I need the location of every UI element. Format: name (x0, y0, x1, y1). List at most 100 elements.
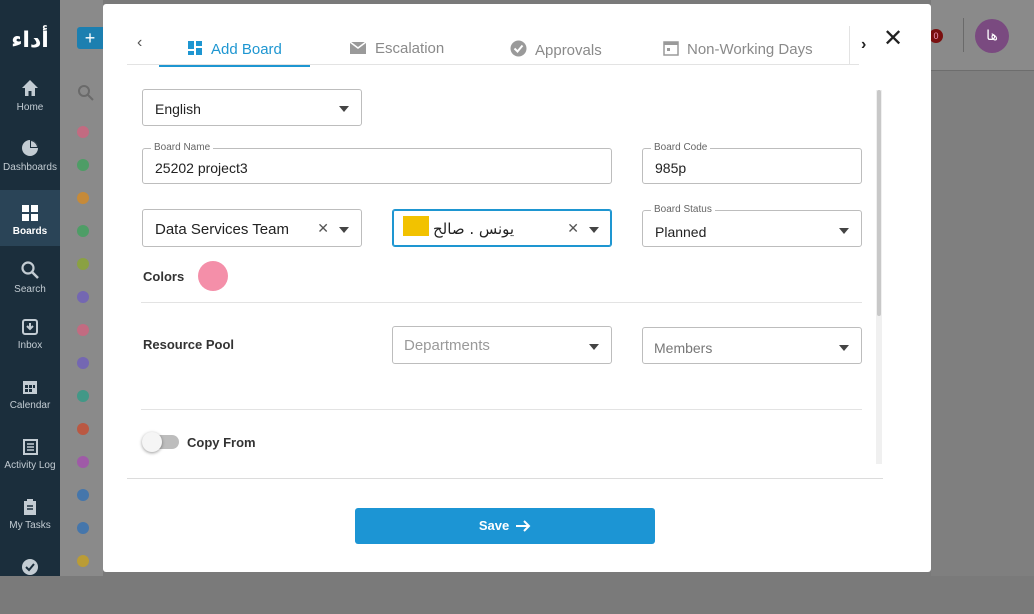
board-color-dot (77, 423, 89, 435)
sidebar-item-label: Inbox (17, 340, 43, 351)
members-select[interactable]: Members (642, 327, 862, 364)
color-picker-swatch[interactable] (198, 261, 228, 291)
avatar[interactable]: ها (975, 19, 1009, 53)
departments-placeholder: Departments (404, 337, 490, 354)
tab-non-working-days[interactable]: Non-Working Days (663, 40, 813, 64)
board-color-dot (77, 357, 89, 369)
board-status-select[interactable]: Board Status Planned (642, 204, 862, 247)
section-divider (141, 302, 862, 303)
tab-approvals[interactable]: Approvals (510, 40, 602, 64)
board-color-dot (77, 324, 89, 336)
sidebar-item-label: Calendar (9, 400, 51, 411)
members-placeholder: Members (654, 340, 713, 356)
tab-label: Escalation (375, 40, 445, 57)
home-icon (22, 80, 38, 96)
sidebar-item-activity-log[interactable]: Activity Log (0, 438, 60, 494)
sidebar-item-calendar[interactable]: Calendar (0, 378, 60, 434)
chevron-down-icon (589, 344, 599, 350)
board-color-dot (77, 291, 89, 303)
board-name-label: Board Name (151, 142, 214, 154)
clear-icon[interactable]: ✕ (317, 220, 329, 237)
tabs-next-arrow-icon[interactable]: › (861, 36, 866, 54)
activity-log-icon (23, 439, 38, 455)
board-code-field[interactable]: Board Code 985p (642, 142, 862, 184)
calendar-icon (663, 41, 679, 56)
toggle-knob (142, 432, 162, 452)
owner-select[interactable]: يونس . صالح ✕ (392, 209, 612, 247)
modal-tabs: ‹ Add Board Escalation Approvals Non-Wor… (127, 26, 866, 67)
pie-chart-icon (22, 140, 38, 156)
sidebar-item-search[interactable]: Search (0, 260, 60, 316)
board-name-field[interactable]: Board Name 25202 project3 (142, 142, 612, 184)
add-button[interactable]: + (77, 27, 103, 49)
sidebar-item-label: My Tasks (9, 520, 51, 531)
sidebar: أداء Home Dashboards Boards Search Inbox… (0, 0, 60, 576)
background-header-right (931, 0, 1034, 576)
board-code-label: Board Code (651, 142, 711, 154)
background-board-list: + (60, 0, 103, 576)
boards-icon (22, 205, 38, 221)
board-color-dot (77, 126, 89, 138)
envelope-icon (349, 41, 367, 54)
clear-icon[interactable]: ✕ (567, 220, 579, 237)
tab-label: Non-Working Days (687, 41, 813, 58)
sidebar-item-label: Dashboards (3, 162, 57, 173)
tab-add-board[interactable]: Add Board (159, 40, 310, 67)
chevron-down-icon (839, 345, 849, 351)
chevron-down-icon (339, 106, 349, 112)
close-icon[interactable]: ✕ (883, 24, 903, 53)
language-select[interactable]: English (142, 89, 362, 126)
grid-icon (188, 41, 202, 55)
sidebar-item-dashboards[interactable]: Dashboards (0, 138, 60, 194)
sidebar-item-more[interactable] (0, 558, 60, 614)
sidebar-item-inbox[interactable]: Inbox (0, 318, 60, 374)
board-color-dot (77, 390, 89, 402)
inbox-icon (22, 319, 38, 335)
copy-from-toggle[interactable] (142, 432, 179, 452)
section-divider (141, 409, 862, 410)
resource-pool-label: Resource Pool (143, 337, 235, 352)
add-board-modal: ‹ Add Board Escalation Approvals Non-Wor… (103, 4, 931, 572)
tabs-prev-arrow-icon[interactable]: ‹ (137, 34, 142, 52)
form-scrollbar[interactable] (876, 90, 882, 464)
sidebar-item-my-tasks[interactable]: My Tasks (0, 498, 60, 554)
board-color-dot (77, 159, 89, 171)
chevron-down-icon (839, 228, 849, 234)
header-divider (963, 18, 964, 52)
scrollbar-thumb[interactable] (877, 90, 881, 316)
colors-label: Colors (143, 269, 185, 284)
sidebar-item-label: Home (16, 102, 44, 113)
tasks-icon (24, 499, 36, 515)
board-color-dot (77, 522, 89, 534)
check-circle-icon (510, 40, 527, 57)
save-button[interactable]: Save (355, 508, 655, 544)
sidebar-item-boards[interactable]: Boards (0, 190, 60, 246)
team-value: Data Services Team (155, 221, 289, 238)
tabs-divider (849, 26, 850, 64)
owner-value: يونس . صالح (433, 220, 515, 238)
save-label: Save (478, 518, 510, 533)
search-icon (21, 261, 39, 279)
footer-divider (127, 478, 883, 479)
board-color-dot (77, 555, 89, 567)
tab-label: Add Board (211, 41, 282, 58)
board-name-value: 25202 project3 (155, 160, 248, 176)
team-select[interactable]: Data Services Team ✕ (142, 209, 362, 247)
sidebar-item-label: Search (14, 284, 46, 295)
tab-escalation[interactable]: Escalation (349, 40, 444, 64)
search-icon (78, 85, 94, 101)
board-color-dot (77, 489, 89, 501)
text-cursor-highlight (403, 216, 429, 236)
board-code-value: 985p (655, 160, 687, 176)
check-circle-icon (22, 559, 38, 575)
notification-badge[interactable]: 0 (929, 29, 943, 43)
board-color-dot (77, 225, 89, 237)
arrow-right-icon (516, 520, 531, 532)
board-color-dot (77, 192, 89, 204)
chevron-down-icon (589, 227, 599, 233)
app-logo: أداء (11, 28, 49, 53)
sidebar-item-home[interactable]: Home (0, 78, 60, 134)
language-value: English (155, 101, 201, 117)
departments-select[interactable]: Departments (392, 326, 612, 364)
board-color-dot (77, 258, 89, 270)
